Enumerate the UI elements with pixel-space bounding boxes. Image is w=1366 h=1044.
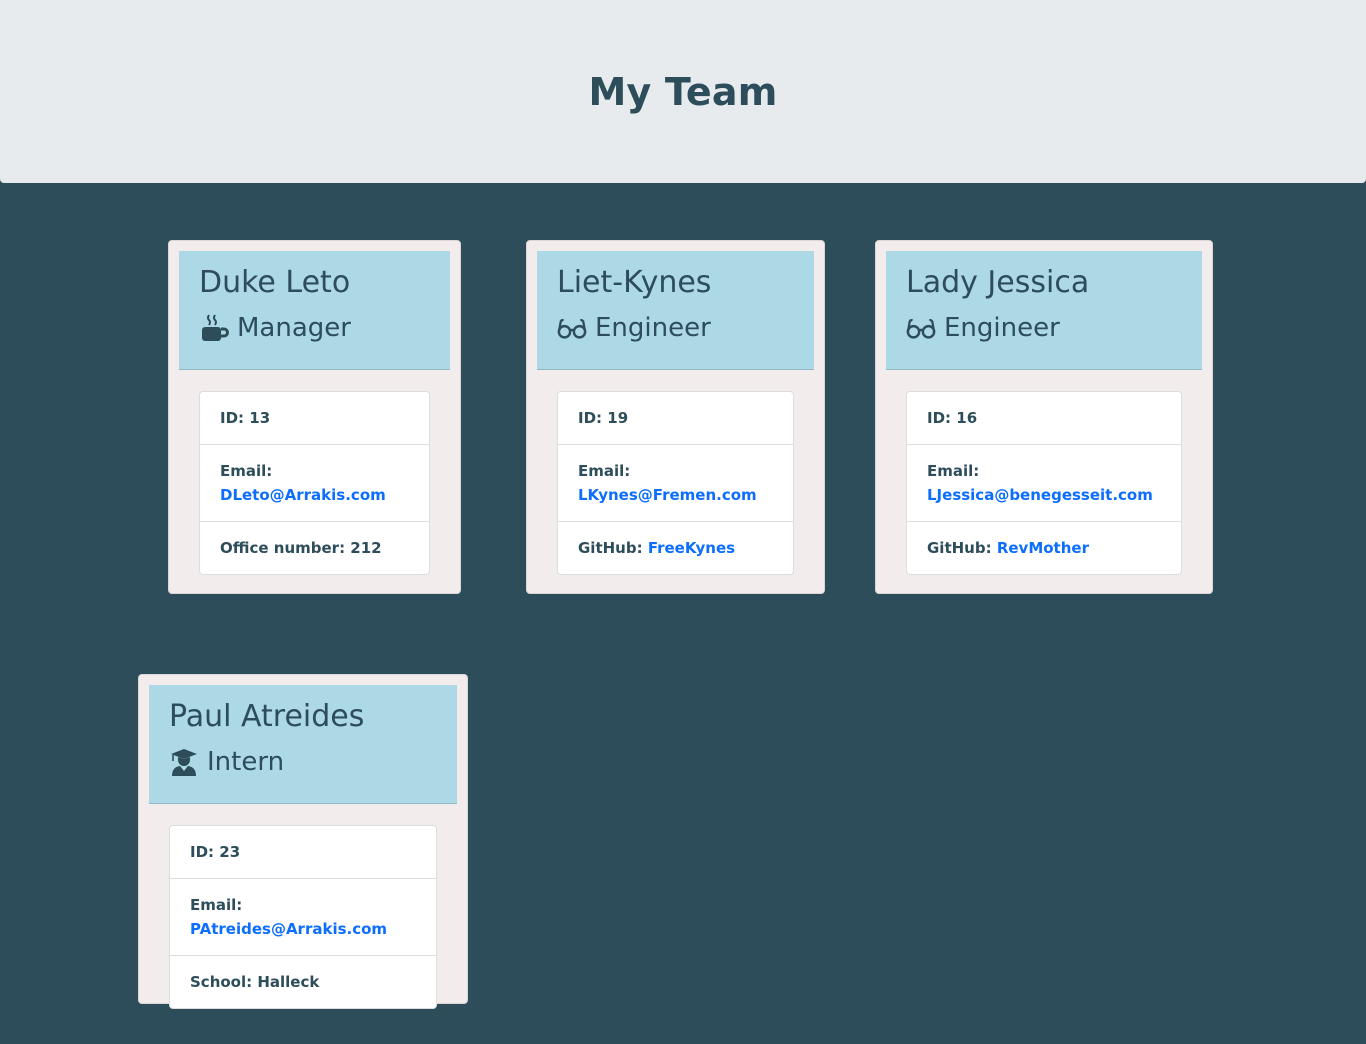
github-label: GitHub: (578, 539, 643, 557)
employee-email: Email: DLeto@Arrakis.com (200, 445, 429, 522)
employee-role-label: Manager (237, 313, 351, 343)
github-link[interactable]: FreeKynes (648, 539, 735, 557)
employee-info-list: ID: 13 Email: DLeto@Arrakis.com Office n… (199, 391, 430, 575)
employee-info-list: ID: 19 Email: LKynes@Fremen.com GitHub: … (557, 391, 794, 575)
email-link[interactable]: PAtreides@Arrakis.com (190, 920, 387, 938)
employee-role: Engineer (557, 313, 711, 343)
email-link[interactable]: LJessica@benegesseit.com (927, 483, 1161, 507)
glasses-icon (906, 313, 936, 343)
card-header: Lady Jessica Engineer (886, 251, 1202, 370)
page-title: My Team (588, 69, 778, 114)
email-label: Email: (220, 462, 273, 480)
school-info: School: Halleck (190, 973, 320, 991)
email-label: Email: (927, 462, 980, 480)
employee-name: Duke Leto (199, 265, 351, 300)
card-header: Duke Leto Manager (179, 251, 450, 370)
coffee-mug-icon (199, 313, 229, 343)
github-label: GitHub: (927, 539, 992, 557)
card-header: Liet-Kynes Engineer (537, 251, 814, 370)
employee-email: Email: LJessica@benegesseit.com (907, 445, 1181, 522)
employee-card-manager: Duke Leto Manager ID: 13 Email: DLeto@Ar… (168, 240, 461, 594)
employee-role-label: Engineer (944, 313, 1060, 343)
employee-id: ID: 16 (907, 392, 1181, 445)
employee-email: Email: PAtreides@Arrakis.com (170, 879, 436, 956)
github-info: GitHub: RevMother (907, 522, 1181, 574)
glasses-icon (557, 313, 587, 343)
github-info: GitHub: FreeKynes (558, 522, 793, 574)
github-link[interactable]: RevMother (997, 539, 1089, 557)
email-link[interactable]: DLeto@Arrakis.com (220, 483, 409, 507)
employee-name: Paul Atreides (169, 699, 365, 734)
email-link[interactable]: LKynes@Fremen.com (578, 483, 773, 507)
employee-card-engineer: Lady Jessica Engineer ID: 16 Email: LJes… (875, 240, 1213, 594)
employee-role: Intern (169, 747, 284, 777)
employee-name: Liet-Kynes (557, 265, 712, 300)
employee-role-label: Intern (207, 747, 285, 777)
email-label: Email: (190, 896, 243, 914)
graduate-icon (169, 747, 199, 777)
page-header: My Team (0, 0, 1366, 183)
employee-id: ID: 19 (558, 392, 793, 445)
employee-id: ID: 23 (170, 826, 436, 879)
office-number: Office number: 212 (220, 539, 382, 557)
employee-role: Manager (199, 313, 351, 343)
employee-role: Engineer (906, 313, 1060, 343)
employee-role-label: Engineer (595, 313, 711, 343)
employee-email: Email: LKynes@Fremen.com (558, 445, 793, 522)
card-header: Paul Atreides Intern (149, 685, 457, 804)
email-label: Email: (578, 462, 631, 480)
employee-info-list: ID: 23 Email: PAtreides@Arrakis.com Scho… (169, 825, 437, 1009)
employee-name: Lady Jessica (906, 265, 1090, 300)
employee-id: ID: 13 (200, 392, 429, 445)
employee-card-intern: Paul Atreides Intern ID: 23 Email: PAtre… (138, 674, 468, 1009)
employee-card-engineer: Liet-Kynes Engineer ID: 19 Email: LKynes… (526, 240, 825, 594)
employee-info-list: ID: 16 Email: LJessica@benegesseit.com G… (906, 391, 1182, 575)
